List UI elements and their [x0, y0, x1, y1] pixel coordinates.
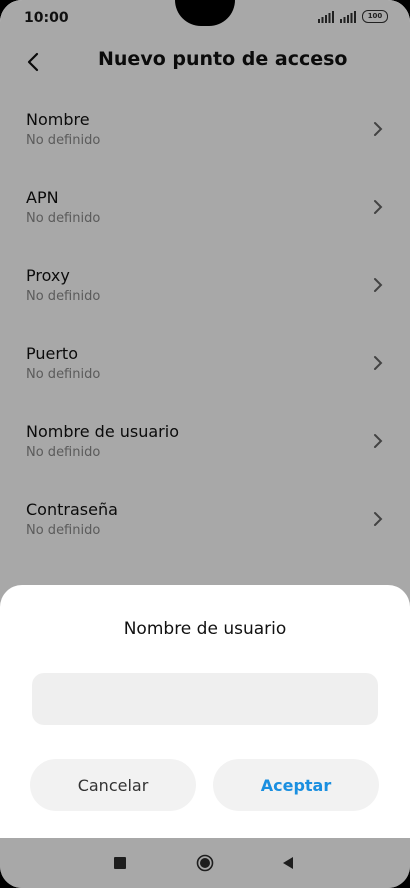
- cancel-button[interactable]: Cancelar: [30, 759, 196, 811]
- username-dialog: Nombre de usuario Cancelar Aceptar: [0, 585, 410, 845]
- dialog-title: Nombre de usuario: [123, 619, 287, 639]
- accept-button[interactable]: Aceptar: [213, 759, 379, 811]
- square-recents-icon[interactable]: [114, 857, 126, 869]
- navigation-bar: [0, 838, 410, 888]
- triangle-back-icon[interactable]: [282, 856, 294, 870]
- screen: 10:00 100 Nuevo punto de acceso Nombre N…: [0, 0, 410, 888]
- circle-home-icon[interactable]: [196, 854, 214, 872]
- username-input[interactable]: [32, 673, 378, 725]
